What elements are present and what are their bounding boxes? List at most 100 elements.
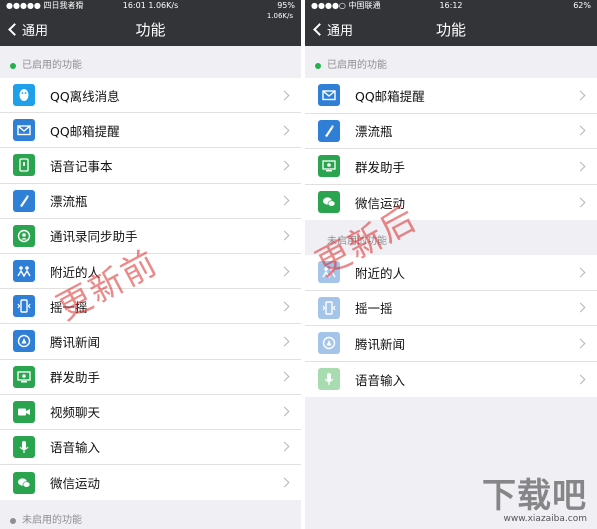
page-title: 功能 bbox=[435, 21, 466, 39]
chevron-right-icon bbox=[279, 442, 290, 452]
comparison-screenshot: ●●●●● 四日我者猾 16:01 1.06K/s 95% 1.06K/s 通用… bbox=[0, 0, 597, 529]
broadcast-icon bbox=[13, 365, 35, 388]
list-item-label: 微信运动 bbox=[50, 476, 101, 492]
chevron-right-icon bbox=[279, 406, 290, 417]
wechat-sport-icon bbox=[318, 191, 340, 214]
chevron-right-icon bbox=[279, 90, 290, 101]
list-item[interactable]: 群发助手 bbox=[305, 149, 597, 185]
wechat-sport-icon bbox=[13, 471, 35, 494]
list-item-label: 群发助手 bbox=[355, 159, 406, 175]
list-item[interactable]: 腾讯新闻 bbox=[305, 326, 597, 362]
list-item[interactable]: 群发助手 bbox=[0, 359, 301, 395]
chevron-right-icon bbox=[279, 125, 290, 136]
enabled-feature-list: QQ邮箱提醒 漂流瓶群发助手微信运动 bbox=[305, 78, 597, 220]
chevron-right-icon bbox=[575, 161, 586, 172]
chevron-right-icon bbox=[575, 374, 586, 385]
section-header-enabled: 已启用的功能 bbox=[0, 55, 301, 77]
list-item[interactable]: QQ邮箱提醒 bbox=[0, 113, 301, 149]
section-header-disabled: 未启用的功能 bbox=[0, 510, 301, 529]
brand-logo: 下载吧 www.xiazaiba.com bbox=[482, 478, 587, 524]
list-item[interactable]: 摇一摇 bbox=[0, 289, 301, 325]
list-item[interactable]: 附近的人 bbox=[0, 253, 301, 290]
chevron-right-icon bbox=[279, 160, 290, 171]
chevron-right-icon bbox=[575, 338, 586, 349]
list-item-label: 漂流瓶 bbox=[50, 194, 88, 210]
list-item[interactable]: 语音输入 bbox=[305, 361, 597, 397]
enabled-feature-list: QQ离线消息 QQ邮箱提醒 语音记事本漂流瓶通讯录同步助手 附近的人摇一摇腾讯新闻群发… bbox=[0, 78, 301, 501]
chevron-right-icon bbox=[279, 195, 290, 206]
battery-label: 95% bbox=[277, 1, 295, 10]
nav-bar: 通用 功能 bbox=[0, 12, 301, 46]
list-item[interactable]: 漂流瓶 bbox=[305, 113, 597, 149]
list-item[interactable]: 微信运动 bbox=[305, 184, 597, 220]
list-item[interactable]: QQ邮箱提醒 bbox=[305, 78, 597, 114]
list-item[interactable]: 语音输入 bbox=[0, 429, 301, 466]
list-item[interactable]: 语音记事本 bbox=[0, 148, 301, 184]
section-header-enabled: 已启用的功能 bbox=[305, 55, 597, 77]
section-header-label: 已启用的功能 bbox=[327, 60, 387, 71]
disabled-dot-icon bbox=[10, 518, 16, 524]
bottle-icon bbox=[318, 119, 340, 142]
voice-note-icon bbox=[13, 154, 35, 177]
disabled-feature-list: 附近的人摇一摇腾讯新闻语音输入 bbox=[305, 255, 597, 397]
shake-icon bbox=[318, 296, 340, 319]
qq-penguin-icon bbox=[13, 84, 35, 107]
list-item[interactable]: 附近的人 bbox=[305, 255, 597, 291]
status-bar: ●●●●○ 中国联通 16:12 62% bbox=[305, 0, 597, 12]
panel-after: ●●●●○ 中国联通 16:12 62% 通用 功能 已启用的功能 QQ邮箱提醒… bbox=[305, 0, 597, 529]
list-item-label: 摇一摇 bbox=[50, 299, 88, 315]
list-item-label: 腾讯新闻 bbox=[50, 334, 101, 350]
chevron-right-icon bbox=[279, 336, 290, 347]
list-item-label: 语音输入 bbox=[50, 440, 101, 456]
chevron-right-icon bbox=[279, 371, 290, 382]
chevron-right-icon bbox=[575, 302, 586, 313]
list-item-label: 群发助手 bbox=[50, 370, 101, 386]
video-chat-icon bbox=[13, 400, 35, 423]
list-item-label: QQ离线消息 bbox=[50, 88, 120, 104]
status-time: 16:12 bbox=[439, 1, 463, 10]
list-item-label: 微信运动 bbox=[355, 195, 406, 211]
shake-icon bbox=[13, 295, 35, 318]
chevron-right-icon bbox=[575, 90, 586, 101]
list-item[interactable]: QQ离线消息 bbox=[0, 78, 301, 114]
list-item-label: QQ邮箱提醒 bbox=[50, 123, 120, 139]
bottle-icon bbox=[13, 189, 35, 212]
list-item-label: 语音输入 bbox=[355, 372, 406, 388]
enabled-dot-icon bbox=[10, 63, 16, 69]
brand-logo-text: 下载吧 bbox=[482, 476, 587, 516]
list-item-label: 摇一摇 bbox=[355, 301, 393, 317]
status-bar: ●●●●● 四日我者猾 16:01 1.06K/s 95% bbox=[0, 0, 301, 12]
status-time: 16:01 1.06K/s bbox=[122, 1, 179, 10]
news-icon bbox=[318, 332, 340, 355]
list-item[interactable]: 漂流瓶 bbox=[0, 183, 301, 219]
panel-before: ●●●●● 四日我者猾 16:01 1.06K/s 95% 1.06K/s 通用… bbox=[0, 0, 301, 529]
people-nearby-icon bbox=[13, 260, 35, 283]
list-item[interactable]: 微信运动 bbox=[0, 465, 301, 501]
enabled-dot-icon bbox=[315, 63, 321, 69]
chevron-right-icon bbox=[575, 267, 586, 278]
microphone-icon bbox=[318, 368, 340, 391]
top-bar: ●●●●○ 中国联通 16:12 62% 通用 功能 bbox=[305, 0, 597, 46]
page-title: 功能 bbox=[135, 21, 166, 39]
news-icon bbox=[13, 330, 35, 353]
microphone-icon bbox=[13, 435, 35, 458]
list-item[interactable]: 摇一摇 bbox=[305, 290, 597, 326]
people-nearby-icon bbox=[318, 261, 340, 284]
chevron-right-icon bbox=[279, 477, 290, 488]
section-header-label: 未启用的功能 bbox=[327, 236, 387, 247]
list-item-label: 通讯录同步助手 bbox=[50, 229, 138, 245]
list-item-label: 语音记事本 bbox=[50, 158, 113, 174]
list-item[interactable]: 视频聊天 bbox=[0, 394, 301, 430]
broadcast-icon bbox=[318, 155, 340, 178]
list-item-label: 附近的人 bbox=[355, 265, 406, 281]
section-header-disabled: 未启用的功能 bbox=[305, 231, 597, 253]
list-item[interactable]: 通讯录同步助手 bbox=[0, 218, 301, 254]
list-item-label: 附近的人 bbox=[50, 264, 101, 280]
chevron-right-icon bbox=[279, 230, 290, 241]
list-item-label: 腾讯新闻 bbox=[355, 336, 406, 352]
list-item[interactable]: 腾讯新闻 bbox=[0, 324, 301, 360]
section-header-label: 未启用的功能 bbox=[22, 515, 82, 526]
chevron-right-icon bbox=[575, 197, 586, 208]
top-bar: ●●●●● 四日我者猾 16:01 1.06K/s 95% 1.06K/s 通用… bbox=[0, 0, 301, 46]
contact-sync-icon bbox=[13, 224, 35, 247]
